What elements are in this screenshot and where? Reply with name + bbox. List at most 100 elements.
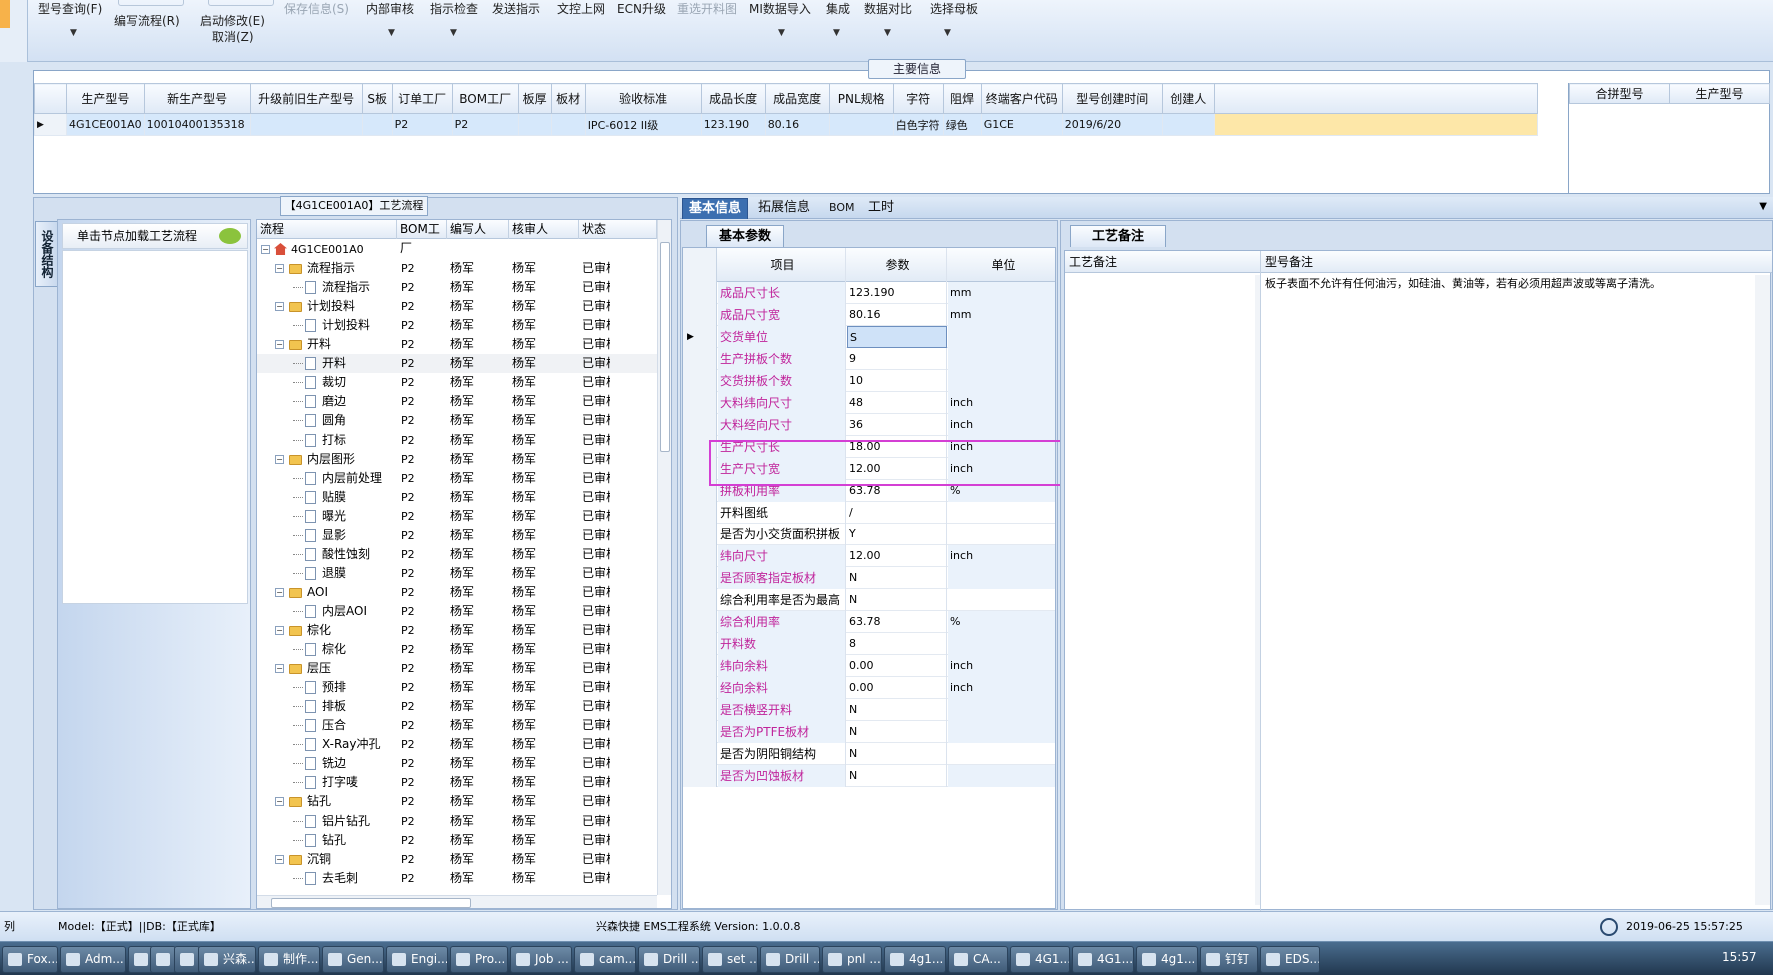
param-value[interactable]: 0.00 [847, 677, 947, 700]
toolbar-button[interactable]: 数据对比 [864, 0, 912, 17]
taskbar-button[interactable]: set ... [702, 946, 758, 973]
param-row[interactable]: 是否为PTFE板材 N [683, 721, 1055, 743]
flow-column-header[interactable]: BOM工厂 [397, 220, 447, 255]
param-row[interactable]: 开料数 8 [683, 633, 1055, 656]
row-indicator[interactable] [683, 391, 717, 414]
node-hint[interactable]: 单击节点加载工艺流程 [62, 223, 248, 249]
vertical-scrollbar[interactable] [657, 220, 671, 895]
tree-row[interactable]: 曝光 P2 杨军 杨军 已审核 [257, 507, 657, 526]
tree-row[interactable]: 贴膜 P2 杨军 杨军 已审核 [257, 488, 657, 507]
tree-row[interactable]: 计划投料 P2 杨军 杨军 已审核 [257, 316, 657, 335]
table-cell[interactable]: 80.16 [764, 113, 830, 136]
toolbar-button[interactable]: ECN升级 [617, 0, 666, 17]
model-remark-text[interactable]: 板子表面不允许有任何油污，如硅油、黄油等，若有必须用超声波或等离子清洗。 [1265, 275, 1661, 291]
flow-column-header[interactable]: 流程 [257, 220, 397, 239]
table-cell[interactable]: 2019/6/20 [1061, 113, 1163, 136]
scrollbar[interactable] [1755, 275, 1770, 905]
equipment-structure-tab[interactable]: 设备结构 [35, 221, 57, 287]
row-indicator[interactable]: ▶ [683, 325, 717, 348]
param-value[interactable]: N [847, 589, 947, 612]
param-row[interactable]: 纬向尺寸 12.00 inch [683, 545, 1055, 568]
table-cell[interactable] [1161, 113, 1215, 136]
tree-row[interactable]: − 流程指示 P2 杨军 杨军 已审核 [257, 259, 657, 278]
column-header[interactable]: 订单工厂 [391, 83, 453, 114]
scroll-thumb[interactable] [660, 242, 670, 452]
taskbar-button[interactable]: pnl ... [822, 946, 882, 973]
column-header[interactable]: 终端客户代码 [980, 83, 1063, 114]
param-row[interactable]: 是否顾客指定板材 N [683, 567, 1055, 590]
row-indicator[interactable] [683, 545, 717, 568]
param-row[interactable]: 纬向余料 0.00 inch [683, 655, 1055, 678]
tree-row[interactable]: − 棕化 P2 杨军 杨军 已审核 [257, 621, 657, 640]
param-row[interactable]: 综合利用率是否为最高 N [683, 589, 1055, 612]
param-value[interactable]: 48 [847, 391, 947, 414]
flow-column-header[interactable]: 状态 [579, 220, 657, 239]
tab-process-remarks[interactable]: 工艺备注 [1070, 225, 1166, 247]
toolbar-button[interactable]: 启动修改(E) [200, 12, 265, 29]
tab[interactable]: BOM [823, 198, 861, 219]
row-indicator[interactable] [683, 282, 717, 304]
dropdown-arrow-icon[interactable]: ▼ [450, 28, 457, 38]
tab-basic-params[interactable]: 基本参数 [706, 225, 784, 247]
taskbar-button[interactable] [174, 946, 200, 973]
param-row[interactable]: 是否为阴阳铜结构 N [683, 742, 1055, 765]
row-indicator[interactable]: ▶ [34, 113, 67, 136]
collapse-icon[interactable]: − [275, 626, 284, 635]
taskbar-button[interactable]: 兴森... [198, 946, 256, 973]
taskbar-button[interactable]: Fox... [2, 946, 58, 973]
param-value[interactable]: N [847, 567, 947, 590]
param-value[interactable]: N [847, 699, 947, 722]
collapse-icon[interactable]: − [275, 454, 284, 464]
dropdown-arrow-icon[interactable]: ▼ [884, 28, 891, 38]
table-row[interactable]: ▶ 4G1CE001A0 10010400135318 P2 P2 IPC-6012 II… [34, 113, 1538, 136]
toolbar-button[interactable]: 编写流程(R) [114, 12, 180, 29]
tree-row[interactable]: − AOI P2 杨军 杨军 已审核 [257, 583, 657, 602]
taskbar-button[interactable]: Pro... [450, 946, 508, 973]
table-cell[interactable] [249, 113, 363, 136]
taskbar-button[interactable]: 4g1... [1136, 946, 1198, 973]
tree-row[interactable]: 内层前处理 P2 杨军 杨军 已审核 [257, 469, 657, 488]
dropdown-arrow-icon[interactable]: ▼ [388, 28, 395, 38]
collapse-icon[interactable]: − [275, 587, 284, 597]
toolbar-button[interactable]: 文控上网 [557, 0, 605, 17]
toolbar-button[interactable]: 集成 [826, 0, 850, 17]
param-value[interactable]: 63.78 [847, 611, 947, 634]
param-value[interactable]: 0.00 [847, 655, 947, 678]
taskbar-button[interactable]: 4g1... [884, 946, 946, 973]
param-value[interactable]: 12.00 [847, 545, 947, 568]
tree-row[interactable]: − 计划投料 P2 杨军 杨军 已审核 [257, 297, 657, 316]
tree-row[interactable]: X-Ray冲孔 P2 杨军 杨军 已审核 [257, 735, 657, 754]
row-indicator[interactable] [683, 764, 717, 787]
row-indicator[interactable] [683, 611, 717, 634]
taskbar-button[interactable]: 4G1... [1072, 946, 1134, 973]
row-indicator[interactable] [683, 699, 717, 722]
param-row[interactable]: 是否为凹蚀板材 N [683, 764, 1055, 787]
row-indicator[interactable] [683, 523, 717, 546]
column-header[interactable]: 升级前旧生产型号 [249, 83, 363, 114]
taskbar-button[interactable]: EDS... [1260, 946, 1320, 973]
column-header[interactable]: 字符 [892, 83, 944, 114]
taskbar-button[interactable]: Drill ... [638, 946, 700, 973]
param-value[interactable]: 80.16 [847, 303, 947, 326]
tab[interactable]: 基本信息 [682, 198, 749, 219]
collapse-icon[interactable]: − [275, 664, 284, 674]
tree-row[interactable]: 退膜 P2 杨军 杨军 已审核 [257, 564, 657, 583]
column-header[interactable]: 创建人 [1161, 83, 1215, 114]
taskbar-button[interactable]: Job ... [510, 946, 572, 973]
param-row[interactable]: 大料纬向尺寸 48 inch [683, 391, 1055, 414]
row-indicator[interactable] [683, 413, 717, 436]
param-value[interactable]: 36 [847, 413, 947, 436]
param-row[interactable]: 经向余料 0.00 inch [683, 677, 1055, 700]
tree-row[interactable]: 预排 P2 杨军 杨军 已审核 [257, 678, 657, 697]
param-value[interactable]: 9 [847, 347, 947, 370]
merge-column-header[interactable]: 生产型号 [1669, 83, 1770, 104]
tree-row[interactable]: 压合 P2 杨军 杨军 已审核 [257, 716, 657, 735]
param-value[interactable]: 10 [847, 369, 947, 392]
collapse-icon[interactable]: − [275, 854, 284, 864]
param-row[interactable]: 是否横竖开料 N [683, 699, 1055, 722]
toolbar-button[interactable]: 内部审核 [366, 0, 414, 17]
tree-row[interactable]: 铝片钻孔 P2 杨军 杨军 已审核 [257, 812, 657, 831]
toolbar-button[interactable]: 重选开料图 [677, 0, 737, 17]
tree-row[interactable]: 开料 P2 杨军 杨军 已审核 [257, 354, 657, 374]
dropdown-arrow-icon[interactable]: ▼ [778, 28, 785, 38]
